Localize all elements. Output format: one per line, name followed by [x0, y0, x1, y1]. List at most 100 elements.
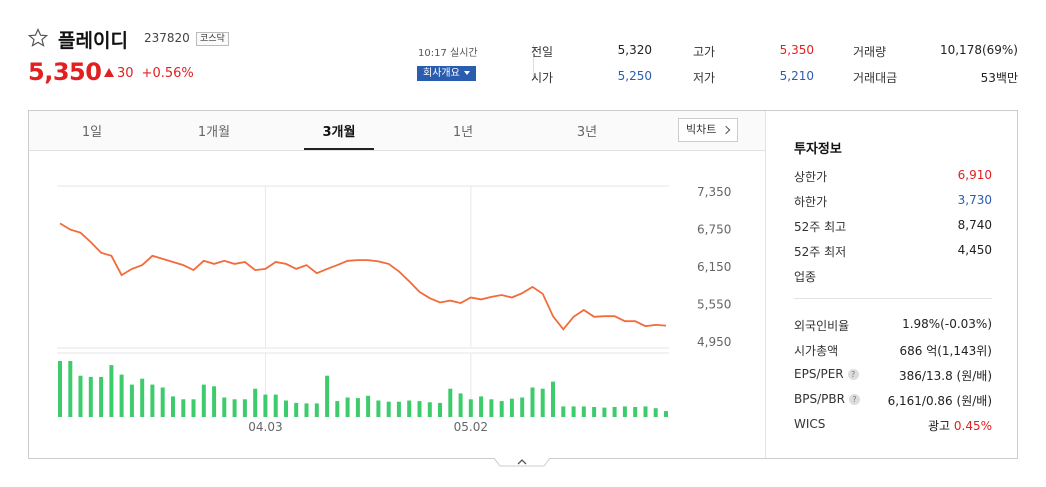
quote-value-amount: 53백만 — [980, 71, 1018, 85]
volume-bar — [88, 376, 93, 417]
help-icon[interactable]: ? — [848, 394, 860, 405]
price-change: 30 +0.56% — [104, 66, 194, 81]
tab-1d[interactable]: 1일 — [47, 121, 137, 140]
info-row-eps-per: EPS/PER? 386/13.8 (원/배) — [794, 367, 992, 383]
quote-label-high: 고가 — [693, 45, 716, 59]
volume-bar — [653, 408, 658, 417]
big-chart-label: 빅차트 — [686, 123, 717, 136]
volume-bar — [612, 407, 617, 417]
info-label: 52주 최저 — [794, 245, 847, 259]
star-icon[interactable] — [28, 28, 48, 48]
volume-bar — [253, 388, 258, 417]
quote-label-prev: 전일 — [531, 45, 554, 59]
volume-bar — [150, 384, 155, 417]
chart-panel: 1일 1개월 3개월 1년 3년 빅차트 7,350 6,750 6,150 5,55… — [28, 110, 1018, 459]
volume-bar — [325, 375, 330, 417]
info-row-foreign-ratio: 외국인비율 1.98%(-0.03%) — [794, 317, 992, 333]
active-tab-indicator — [304, 148, 374, 150]
quote-value-prev: 5,320 — [617, 43, 652, 57]
info-label: WICS — [794, 417, 826, 431]
volume-bar — [427, 402, 432, 417]
info-row-wics: WICS 광고 0.45% — [794, 417, 992, 433]
volume-bar — [489, 399, 494, 417]
quote-label-low: 저가 — [693, 71, 716, 85]
volume-bar — [304, 403, 309, 417]
tab-1m[interactable]: 1개월 — [169, 121, 259, 140]
volume-bar — [345, 397, 350, 417]
y-tick-label: 6,150 — [697, 260, 731, 274]
x-tick-label: 04.03 — [248, 420, 282, 434]
y-tick-label: 6,750 — [697, 223, 731, 237]
help-icon[interactable]: ? — [847, 369, 859, 380]
volume-bar — [643, 406, 648, 417]
volume-bar — [119, 374, 124, 417]
volume-bar — [396, 401, 401, 417]
info-row-market-cap: 시가총액 686 억(1,143위) — [794, 342, 992, 358]
info-value: 1.98%(-0.03%) — [902, 317, 992, 331]
volume-bar — [222, 397, 227, 417]
volume-bar — [68, 361, 73, 417]
volume-bar — [376, 400, 381, 417]
stock-code: 237820 — [144, 31, 190, 45]
volume-bar — [633, 407, 638, 417]
volume-bar — [499, 401, 504, 417]
quote-label-volume: 거래량 — [853, 45, 887, 59]
big-chart-button[interactable]: 빅차트 — [678, 118, 738, 142]
info-label: 상한가 — [794, 170, 828, 184]
tab-3y[interactable]: 3년 — [542, 121, 632, 140]
volume-bar — [407, 400, 412, 417]
volume-bar — [561, 406, 566, 417]
info-row-52w-low: 52주 최저 4,450 — [794, 243, 992, 259]
volume-bar — [263, 394, 268, 417]
volume-bar — [530, 387, 535, 417]
volume-bar — [129, 384, 134, 417]
volume-bar — [78, 375, 83, 417]
volume-bar — [479, 396, 484, 417]
wics-sector[interactable]: 광고 — [928, 419, 950, 433]
change-percent: +0.56% — [141, 66, 194, 81]
volume-bar — [212, 386, 217, 417]
volume-bar — [664, 411, 668, 417]
tab-1y[interactable]: 1년 — [418, 121, 508, 140]
volume-bar — [171, 396, 175, 417]
volume-bar — [540, 388, 545, 417]
info-label: 시가총액 — [794, 344, 839, 358]
price-chart[interactable]: 7,350 6,750 6,150 5,550 4,950 04.03 05.02 — [29, 152, 765, 458]
bps-pbr-label: BPS/PBR — [794, 392, 845, 406]
info-label: 하한가 — [794, 195, 828, 209]
info-value: 4,450 — [957, 243, 992, 257]
volume-bar — [109, 365, 114, 417]
volume-bar — [592, 407, 597, 417]
volume-bar — [458, 393, 463, 417]
stock-header: 플레이디 237820 코스닥 5,350 30 +0.56% 10:17 실시간… — [28, 26, 1018, 96]
quote-value-high: 5,350 — [779, 43, 814, 57]
info-value: 6,910 — [957, 168, 992, 182]
info-row-52w-high: 52주 최고 8,740 — [794, 218, 992, 234]
volume-bar — [417, 401, 422, 417]
volume-bar — [355, 398, 360, 417]
y-tick-label: 5,550 — [697, 297, 731, 311]
x-tick-label: 05.02 — [454, 420, 488, 434]
volume-bar — [520, 397, 525, 417]
volume-bar — [448, 388, 453, 417]
change-amount: 30 — [117, 66, 134, 81]
tab-3m[interactable]: 3개월 — [294, 121, 384, 140]
current-price: 5,350 — [28, 58, 102, 86]
volume-bar — [314, 403, 319, 417]
volume-bar — [294, 402, 299, 417]
price-line — [59, 222, 667, 331]
period-tabs: 1일 1개월 3개월 1년 3년 빅차트 — [29, 111, 765, 151]
info-label: 업종 — [794, 270, 817, 284]
volume-bar — [335, 401, 340, 417]
quote-value-volume: 10,178(69%) — [939, 43, 1018, 57]
collapse-toggle[interactable] — [494, 458, 550, 472]
volume-bar — [242, 399, 247, 417]
divider — [794, 298, 992, 299]
info-label: 외국인비율 — [794, 319, 850, 333]
company-overview-button[interactable]: 회사개요 — [417, 66, 476, 81]
info-label: BPS/PBR? — [794, 392, 860, 406]
info-label: 52주 최고 — [794, 220, 847, 234]
wics-change: 0.45% — [953, 419, 992, 433]
volume-bar — [99, 376, 104, 417]
investment-info: 투자정보 상한가 6,910 하한가 3,730 52주 최고 8,740 52… — [765, 111, 1017, 458]
